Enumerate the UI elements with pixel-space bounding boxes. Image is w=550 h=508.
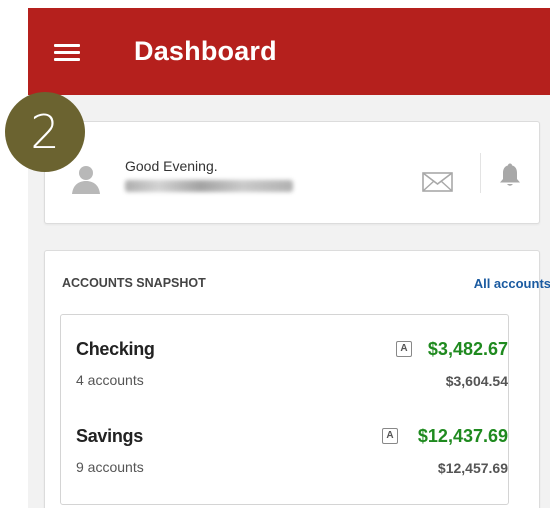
menu-icon[interactable] bbox=[54, 44, 80, 62]
available-badge-icon: A bbox=[382, 428, 398, 444]
step-number-badge: 2 bbox=[5, 92, 85, 172]
greeting-card: Good Evening. bbox=[44, 121, 540, 224]
account-count: 4 accounts bbox=[76, 372, 144, 388]
account-row-checking[interactable]: Checking 4 accounts A $3,482.67 $3,604.5… bbox=[61, 329, 508, 399]
account-name: Checking bbox=[76, 339, 155, 359]
user-name-redacted bbox=[125, 180, 293, 192]
all-accounts-link[interactable]: All accounts bbox=[474, 276, 550, 291]
mail-icon[interactable] bbox=[422, 172, 453, 192]
account-row-savings[interactable]: Savings 9 accounts A $12,437.69 $12,457.… bbox=[61, 416, 508, 486]
current-balance: $12,457.69 bbox=[437, 460, 508, 476]
accounts-snapshot-card: ACCOUNTS SNAPSHOT All accounts Checking … bbox=[44, 250, 550, 508]
available-balance: $3,482.67 bbox=[427, 339, 508, 359]
app-bar: Dashboard bbox=[28, 8, 550, 95]
section-title: ACCOUNTS SNAPSHOT bbox=[62, 276, 206, 290]
page-title: Dashboard bbox=[134, 36, 277, 66]
account-count: 9 accounts bbox=[76, 459, 144, 475]
current-balance: $3,604.54 bbox=[445, 373, 508, 389]
available-balance: $12,437.69 bbox=[417, 426, 508, 446]
greeting-text: Good Evening. bbox=[125, 158, 218, 174]
divider bbox=[480, 153, 481, 193]
app-screen: Dashboard Good Evening. ACCOUNTS SNAPSHO… bbox=[28, 8, 550, 508]
user-avatar-icon bbox=[72, 166, 100, 194]
accounts-list: Checking 4 accounts A $3,482.67 $3,604.5… bbox=[60, 314, 509, 505]
bell-icon[interactable] bbox=[499, 162, 521, 188]
available-badge-icon: A bbox=[396, 341, 412, 357]
account-name: Savings bbox=[76, 426, 143, 446]
